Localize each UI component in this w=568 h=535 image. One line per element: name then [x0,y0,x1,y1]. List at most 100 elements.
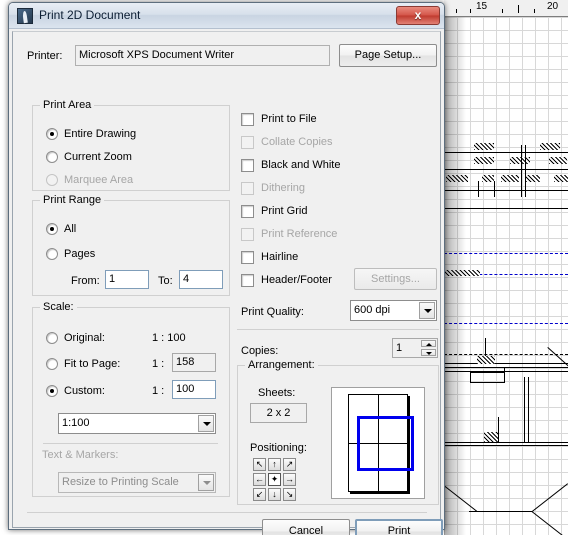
label-black-and-white: Black and White [261,159,341,171]
cad-hatch [526,175,540,182]
cad-line [521,145,522,197]
position-top-left-icon[interactable]: ↖ [253,458,266,471]
dialog-titlebar[interactable]: Print 2D Document x [9,3,444,29]
label-marquee-area: Marquee Area [64,174,134,186]
cad-line [469,511,532,512]
radio-marquee-area [46,174,58,186]
text-markers-label: Text & Markers: [42,449,119,461]
value-scale-original: 1 : 100 [152,332,186,344]
cad-line [444,208,568,209]
positioning-grid[interactable]: ↖ ↑ ↗ ← ✦ → ↙ ↓ ↘ [253,458,298,501]
position-bottom-center-icon[interactable]: ↓ [268,488,281,501]
cad-hatch [540,143,560,150]
custom-scale-input[interactable]: 100 [172,380,216,399]
cad-line [532,483,568,512]
cad-line [470,382,505,383]
app-icon [17,8,33,24]
copies-value: 1 [396,342,403,354]
checkbox-hairline[interactable] [241,251,254,264]
cad-line [547,347,568,385]
label-current-zoom: Current Zoom [64,151,132,163]
position-bottom-right-icon[interactable]: ↘ [283,488,296,501]
cad-line [485,338,486,356]
cad-line [444,152,568,153]
position-middle-left-icon[interactable]: ← [253,473,266,486]
text-markers-value: Resize to Printing Scale [62,476,179,488]
arrangement-title: Arrangement: [245,359,318,371]
cad-line [524,377,525,442]
print-dialog: Print 2D Document x Printer: Microsoft X… [8,2,445,535]
cad-line [444,367,568,368]
chevron-down-icon[interactable] [419,302,435,319]
radio-scale-fit-to-page[interactable] [46,358,58,370]
label-scale-custom: Custom: [64,385,105,397]
radio-all-pages[interactable] [46,223,58,235]
position-top-right-icon[interactable]: ↗ [283,458,296,471]
label-scale-fit-to-page: Fit to Page: [64,358,121,370]
spinner-up-icon[interactable] [421,340,436,347]
label-to: To: [158,275,173,287]
cad-hidden-line [444,354,568,355]
position-top-center-icon[interactable]: ↑ [268,458,281,471]
copies-spinner[interactable] [421,340,436,356]
radio-scale-original[interactable] [46,332,58,344]
label-from: From: [71,275,100,287]
checkbox-print-to-file[interactable] [241,113,254,126]
cad-hatch [549,157,567,164]
label-collate-copies: Collate Copies [261,136,333,148]
position-center-icon[interactable]: ✦ [268,473,281,486]
checkbox-print-grid[interactable] [241,205,254,218]
checkbox-black-and-white[interactable] [241,159,254,172]
cad-hatch [477,356,495,364]
checkbox-collate-copies [241,136,254,149]
print-quality-value: 600 dpi [354,304,391,316]
cad-line [444,371,568,372]
cad-hatch [474,143,494,150]
ruler-label: 20 [547,1,559,12]
label-header-footer: Header/Footer [261,274,332,286]
position-bottom-left-icon[interactable]: ↙ [253,488,266,501]
print-quality-label: Print Quality: [241,306,304,318]
cad-line [504,367,505,382]
prefix-scale-custom: 1 : [152,385,165,397]
position-middle-right-icon[interactable]: → [283,473,296,486]
prefix-scale-fit-to-page: 1 : [152,358,165,370]
radio-current-zoom[interactable] [46,151,58,163]
screen: 15 20 Print 2D Document x Printer: Micro… [0,0,568,535]
cad-line [494,181,495,197]
radio-scale-custom[interactable] [46,385,58,397]
checkbox-print-reference [241,228,254,241]
cad-line [478,181,479,197]
label-print-grid: Print Grid [261,205,308,217]
cad-line [528,377,529,442]
chevron-down-icon[interactable] [198,415,214,432]
divider [237,329,439,330]
print-quality-combo[interactable]: 600 dpi [350,300,437,321]
close-icon[interactable]: x [396,6,440,25]
page-setup-button[interactable]: Page Setup... [339,44,437,67]
preview-drawing-extent [357,416,414,471]
radio-page-range[interactable] [46,248,58,260]
radio-entire-drawing[interactable] [46,128,58,140]
label-scale-original: Original: [64,332,105,344]
checkbox-header-footer[interactable] [241,274,254,287]
copies-stepper[interactable]: 1 [392,338,438,358]
cad-line [525,145,526,197]
divider [43,443,218,444]
print-area-title: Print Area [40,99,95,111]
cad-line [444,169,568,170]
cad-drawing-canvas[interactable] [444,17,568,535]
scale-preset-combo[interactable]: 1:100 [58,413,216,434]
print-button[interactable]: Print [355,519,443,535]
label-all-pages: All [64,223,77,235]
cad-hatch [554,175,568,182]
to-page-input[interactable]: 4 [179,270,223,289]
printer-name-field[interactable]: Microsoft XPS Document Writer [75,45,330,66]
header-footer-settings-button: Settings... [354,268,437,290]
scale-group: Scale: [32,301,230,497]
spinner-down-icon[interactable] [421,349,436,356]
from-page-input[interactable]: 1 [105,270,149,289]
chevron-down-icon [198,474,214,491]
cancel-button[interactable]: Cancel [262,519,350,535]
cad-hatch [484,432,498,442]
